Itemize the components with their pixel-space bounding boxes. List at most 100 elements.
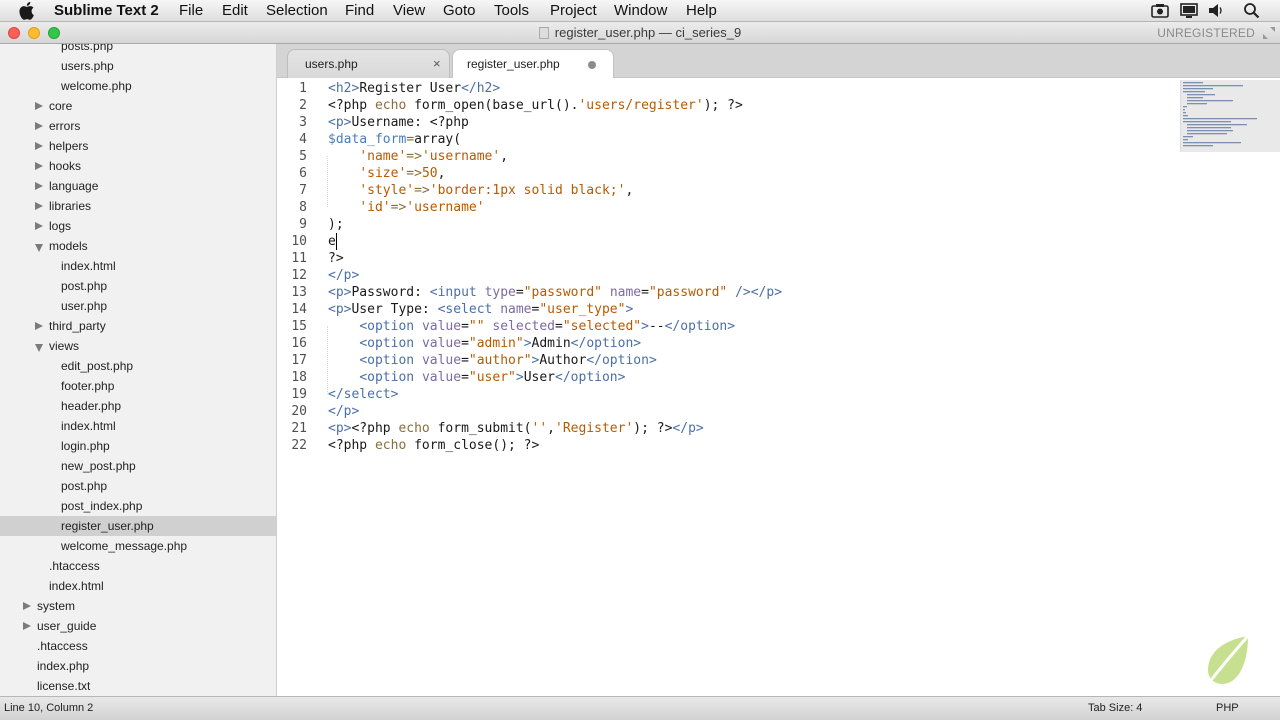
code-line[interactable]: 16 <option value="admin">Admin</option> <box>277 335 1177 352</box>
tab-size-selector[interactable]: Tab Size: 4 <box>1088 697 1142 719</box>
sidebar-folder-item[interactable]: user_guide <box>0 616 276 636</box>
code-line[interactable]: 2 <?php echo form_open(base_url().'users/… <box>277 97 1177 114</box>
disclosure-open-icon[interactable] <box>35 244 43 252</box>
sidebar-folder-item[interactable]: views <box>0 336 276 356</box>
sidebar-file-item[interactable]: register_user.php <box>0 516 276 536</box>
code-line[interactable]: 1 <h2>Register User</h2> <box>277 80 1177 97</box>
sidebar-item-label: logs <box>49 219 72 233</box>
sidebar-folder-item[interactable]: language <box>0 176 276 196</box>
code-editor[interactable]: 1 <h2>Register User</h2> 2 <?php echo form_… <box>277 78 1280 696</box>
sidebar-file-item[interactable]: .htaccess <box>0 556 276 576</box>
display-icon[interactable] <box>1180 2 1198 19</box>
code-line[interactable]: 14 <p>User Type: <select name="user_type"… <box>277 301 1177 318</box>
sidebar-file-item[interactable]: index.php <box>0 656 276 676</box>
sidebar-file-item[interactable]: footer.php <box>0 376 276 396</box>
sidebar-file-item[interactable]: new_post.php <box>0 456 276 476</box>
sidebar-folder-item[interactable]: errors <box>0 116 276 136</box>
sidebar-file-item[interactable]: user.php <box>0 296 276 316</box>
code-line[interactable]: 20 </p> <box>277 403 1177 420</box>
disclosure-closed-icon[interactable] <box>35 102 43 110</box>
code-token-text: , <box>437 166 446 181</box>
code-line[interactable]: 11 ?> <box>277 250 1177 267</box>
code-line[interactable]: 21 <p><?php echo form_submit('','Register… <box>277 420 1177 437</box>
disclosure-closed-icon[interactable] <box>35 222 43 230</box>
code-line[interactable]: 15 <option value="" selected="selected">… <box>277 318 1177 335</box>
sidebar-file-item[interactable]: index.html <box>0 416 276 436</box>
syntax-selector[interactable]: PHP <box>1216 697 1239 719</box>
modified-dot-icon[interactable] <box>588 61 596 69</box>
code-line[interactable]: 3 <p>Username: <?php <box>277 114 1177 131</box>
sidebar-file-item[interactable]: login.php <box>0 436 276 456</box>
menu-help[interactable]: Help <box>686 0 717 21</box>
sidebar-file-item[interactable]: index.html <box>0 256 276 276</box>
fullscreen-icon[interactable] <box>1263 27 1275 39</box>
code-line[interactable]: 7 'style'=>'border:1px solid black;', <box>277 182 1177 199</box>
sidebar-file-item[interactable]: header.php <box>0 396 276 416</box>
sidebar-folder-item[interactable]: libraries <box>0 196 276 216</box>
code-line[interactable]: 10 e <box>277 233 1177 250</box>
sidebar-folder-item[interactable]: helpers <box>0 136 276 156</box>
disclosure-closed-icon[interactable] <box>23 622 31 630</box>
disclosure-closed-icon[interactable] <box>35 142 43 150</box>
disclosure-closed-icon[interactable] <box>23 602 31 610</box>
code-line[interactable]: 22 <?php echo form_close(); ?> <box>277 437 1177 454</box>
code-text: <p><?php echo form_submit('','Register')… <box>328 420 704 437</box>
close-tab-icon[interactable]: × <box>433 56 441 71</box>
sidebar-folder-item[interactable]: core <box>0 96 276 116</box>
sidebar-file-item[interactable]: .htaccess <box>0 636 276 656</box>
sidebar-file-item[interactable]: license.txt <box>0 676 276 696</box>
menu-goto[interactable]: Goto <box>443 0 476 21</box>
screen-record-icon[interactable] <box>1151 2 1169 19</box>
menu-tools[interactable]: Tools <box>494 0 529 21</box>
volume-icon[interactable] <box>1207 2 1225 19</box>
menu-selection[interactable]: Selection <box>266 0 328 21</box>
sidebar-folder-item[interactable]: logs <box>0 216 276 236</box>
disclosure-closed-icon[interactable] <box>35 122 43 130</box>
tab-register-user-php[interactable]: register_user.php <box>452 49 614 78</box>
sidebar-item-label: libraries <box>49 199 92 213</box>
disclosure-closed-icon[interactable] <box>35 182 43 190</box>
code-token-tag: > <box>727 319 736 334</box>
sidebar-file-item[interactable]: post.php <box>0 476 276 496</box>
sidebar-folder-item[interactable]: third_party <box>0 316 276 336</box>
sidebar-file-item[interactable]: posts.php <box>0 44 276 56</box>
disclosure-open-icon[interactable] <box>35 344 43 352</box>
menu-project[interactable]: Project <box>550 0 597 21</box>
disclosure-closed-icon[interactable] <box>35 162 43 170</box>
menu-view[interactable]: View <box>393 0 425 21</box>
code-line[interactable]: 9); <box>277 216 1177 233</box>
sidebar-file-item[interactable]: post_index.php <box>0 496 276 516</box>
search-icon[interactable] <box>1243 2 1261 19</box>
sidebar-file-item[interactable]: welcome_message.php <box>0 536 276 556</box>
sidebar-file-item[interactable]: users.php <box>0 56 276 76</box>
tab-users-php[interactable]: users.php × <box>287 49 450 78</box>
code-line[interactable]: 4 $data_form=array( <box>277 131 1177 148</box>
code-token-text: Username: <?php <box>351 115 469 130</box>
code-line[interactable]: 18 <option value="user">User</option> <box>277 369 1177 386</box>
code-line[interactable]: 19 </select> <box>277 386 1177 403</box>
code-token-text: <?php <box>328 438 375 453</box>
sidebar-folder-item[interactable]: models <box>0 236 276 256</box>
sidebar-folder-item[interactable]: hooks <box>0 156 276 176</box>
minimap[interactable] <box>1180 80 1280 152</box>
menu-find[interactable]: Find <box>345 0 374 21</box>
menu-edit[interactable]: Edit <box>222 0 248 21</box>
code-text: <p>Password: <input type="password" name… <box>328 284 782 301</box>
code-line[interactable]: 13 <p>Password: <input type="password" na… <box>277 284 1177 301</box>
sidebar-folder-item[interactable]: system <box>0 596 276 616</box>
code-line[interactable]: 17 <option value="author">Author</option… <box>277 352 1177 369</box>
apple-icon[interactable] <box>19 1 37 20</box>
sidebar-file-item[interactable]: index.html <box>0 576 276 596</box>
sidebar-file-item[interactable]: welcome.php <box>0 76 276 96</box>
menu-window[interactable]: Window <box>614 0 667 21</box>
code-line[interactable]: 5 'name'=>'username', <box>277 148 1177 165</box>
disclosure-closed-icon[interactable] <box>35 202 43 210</box>
code-line[interactable]: 8 'id'=>'username' <box>277 199 1177 216</box>
menu-file[interactable]: File <box>179 0 203 21</box>
code-line[interactable]: 6 'size'=>50, <box>277 165 1177 182</box>
menu-app-name[interactable]: Sublime Text 2 <box>54 0 159 21</box>
code-line[interactable]: 12 </p> <box>277 267 1177 284</box>
sidebar-file-item[interactable]: edit_post.php <box>0 356 276 376</box>
sidebar-file-item[interactable]: post.php <box>0 276 276 296</box>
disclosure-closed-icon[interactable] <box>35 322 43 330</box>
